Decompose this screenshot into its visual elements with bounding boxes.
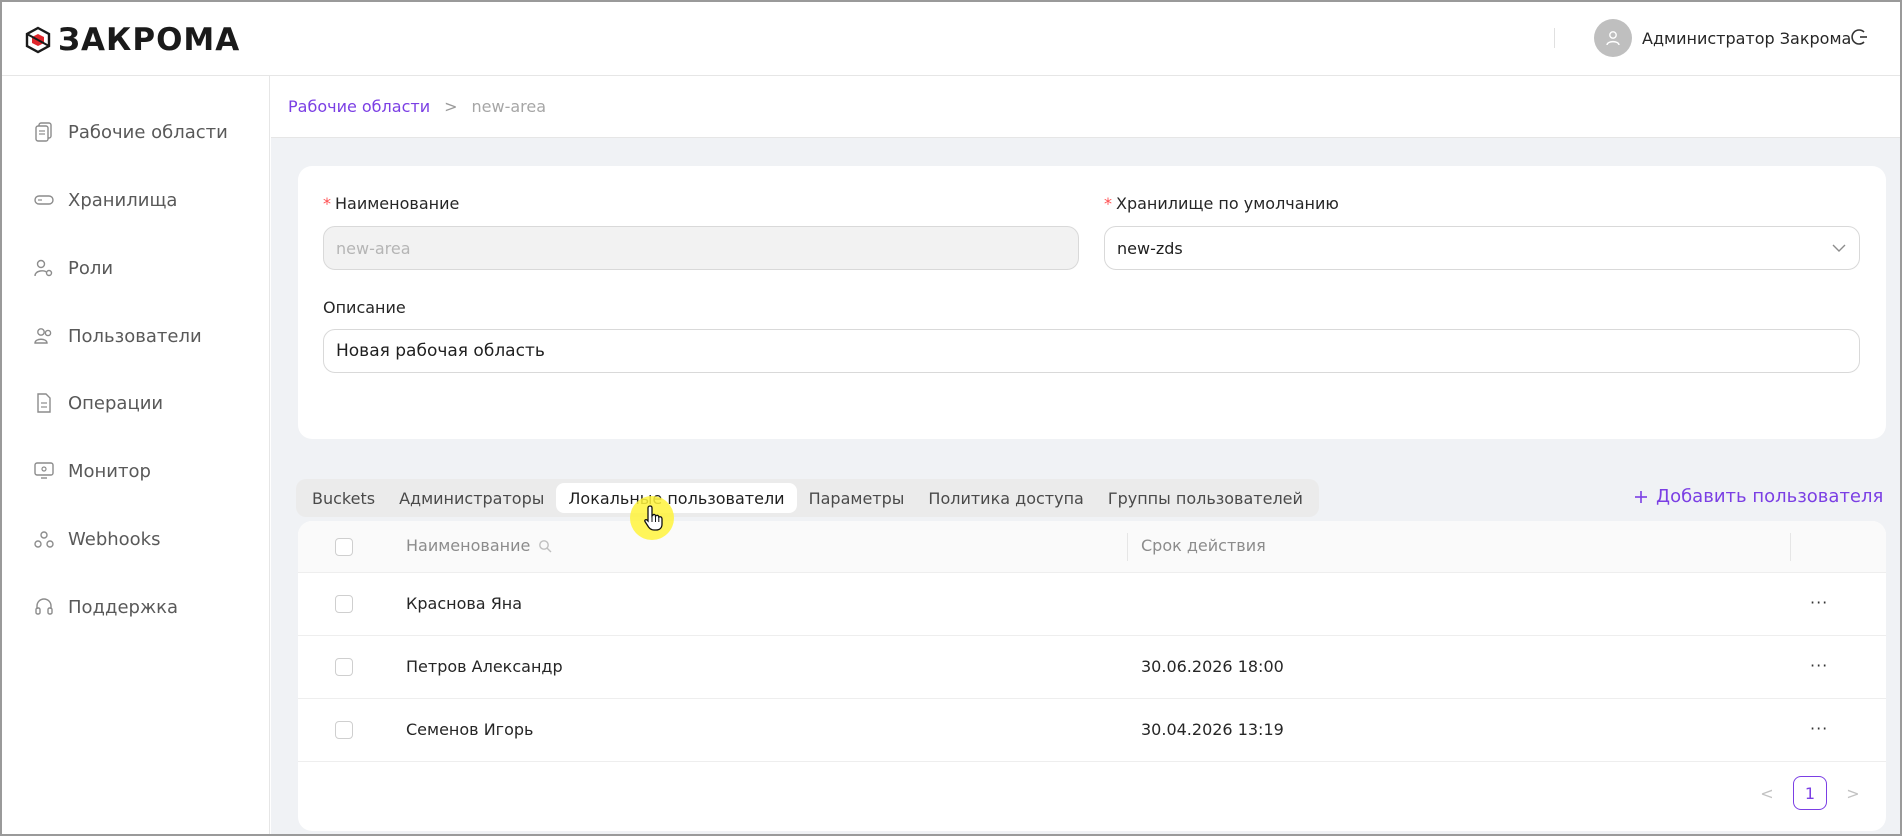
- storage-select-value: new-zds: [1117, 238, 1183, 258]
- logout-icon[interactable]: [1850, 27, 1870, 47]
- tab-parameters[interactable]: Параметры: [797, 483, 917, 513]
- storage-field-label: * Хранилище по умолчанию: [1104, 194, 1339, 213]
- row-name: Петров Александр: [406, 657, 563, 676]
- workspace-form-card: * Наименование new-area * Хранилище по умо…: [298, 166, 1886, 439]
- breadcrumb-separator: >: [444, 97, 458, 116]
- row-expires: 30.06.2026 18:00: [1141, 657, 1284, 676]
- monitor-icon: [34, 461, 54, 481]
- table-row[interactable]: Петров Александр 30.06.2026 18:00 ···: [298, 636, 1886, 699]
- sidebar-item-label: Монитор: [68, 460, 151, 482]
- tab-local-users[interactable]: Локальные пользователи: [556, 483, 797, 513]
- row-name: Семенов Игорь: [406, 720, 534, 739]
- row-checkbox[interactable]: [335, 595, 353, 613]
- users-table: Наименование Срок действия Краснова Яна …: [298, 521, 1886, 831]
- top-header: ЗАКРОМА Администратор Закрома: [2, 2, 1900, 76]
- file-copy-icon: [34, 122, 54, 142]
- storage-icon: [34, 190, 54, 210]
- webhook-icon: [34, 529, 54, 549]
- tab-access-policy[interactable]: Политика доступа: [916, 483, 1095, 513]
- pagination: < 1 >: [1757, 776, 1863, 810]
- add-user-label: Добавить пользователя: [1656, 486, 1884, 507]
- sidebar-item-users[interactable]: Пользователи: [34, 321, 202, 351]
- prev-page-icon[interactable]: <: [1757, 784, 1777, 803]
- user-settings-icon: [34, 258, 54, 278]
- sidebar-item-support[interactable]: Поддержка: [34, 592, 178, 622]
- sidebar-item-label: Операции: [68, 392, 164, 414]
- logo-mark-icon: [25, 26, 51, 54]
- search-icon[interactable]: [538, 539, 552, 553]
- document-icon: [34, 393, 54, 413]
- next-page-icon[interactable]: >: [1843, 784, 1863, 803]
- chevron-down-icon: [1832, 244, 1846, 252]
- description-field-value: Новая рабочая область: [336, 341, 545, 361]
- tab-user-groups[interactable]: Группы пользователей: [1096, 483, 1315, 513]
- sidebar-item-roles[interactable]: Роли: [34, 253, 113, 283]
- table-row[interactable]: Краснова Яна ···: [298, 573, 1886, 636]
- row-name: Краснова Яна: [406, 594, 523, 613]
- sidebar-item-storages[interactable]: Хранилища: [34, 185, 177, 215]
- column-divider: [1127, 533, 1128, 561]
- brand-name: ЗАКРОМА: [58, 22, 241, 58]
- required-mark: *: [323, 194, 331, 213]
- sidebar-item-workspaces[interactable]: Рабочие области: [34, 117, 228, 147]
- brand-logo[interactable]: ЗАКРОМА: [24, 22, 240, 58]
- headset-icon: [34, 597, 54, 617]
- storage-select[interactable]: new-zds: [1104, 226, 1860, 270]
- sidebar: Рабочие области Хранилища Роли Пользоват…: [2, 76, 270, 834]
- sidebar-item-label: Рабочие области: [68, 121, 228, 143]
- header-divider: [1554, 28, 1555, 48]
- page-number-button[interactable]: 1: [1793, 776, 1827, 810]
- sidebar-item-label: Пользователи: [68, 325, 202, 347]
- user-menu[interactable]: Администратор Закрома: [1594, 19, 1851, 57]
- name-field-value: new-area: [336, 238, 411, 258]
- description-field[interactable]: Новая рабочая область: [323, 329, 1860, 373]
- user-icon: [1606, 31, 1620, 46]
- sidebar-item-webhooks[interactable]: Webhooks: [34, 524, 160, 554]
- sidebar-item-label: Роли: [68, 257, 114, 279]
- table-header: Наименование Срок действия: [298, 521, 1886, 573]
- tab-bar: Buckets Администраторы Локальные пользов…: [296, 479, 1319, 517]
- table-row[interactable]: Семенов Игорь 30.04.2026 13:19 ···: [298, 699, 1886, 762]
- hand-cursor-icon: [644, 505, 663, 531]
- app-window: ЗАКРОМА Администратор Закрома Рабочие об…: [0, 0, 1902, 836]
- tab-administrators[interactable]: Администраторы: [387, 483, 556, 513]
- required-mark: *: [1104, 194, 1112, 213]
- add-user-button[interactable]: Добавить пользователя: [1634, 486, 1883, 507]
- more-actions-icon[interactable]: ···: [1810, 593, 1828, 612]
- avatar[interactable]: [1594, 19, 1632, 57]
- breadcrumb-link-workspaces[interactable]: Рабочие области: [288, 97, 430, 116]
- name-field-label: * Наименование: [323, 194, 460, 213]
- plus-icon: [1635, 490, 1647, 503]
- row-expires: 30.04.2026 13:19: [1141, 720, 1284, 739]
- sidebar-item-operations[interactable]: Операции: [34, 388, 163, 418]
- sidebar-item-label: Хранилища: [68, 189, 178, 211]
- users-icon: [34, 326, 54, 346]
- breadcrumb: Рабочие области > new-area: [288, 97, 546, 116]
- more-actions-icon[interactable]: ···: [1810, 656, 1828, 675]
- tab-buckets[interactable]: Buckets: [300, 483, 387, 513]
- row-checkbox[interactable]: [335, 721, 353, 739]
- main-content: Рабочие области > new-area * Наименование…: [271, 76, 1900, 834]
- sidebar-item-label: Поддержка: [68, 596, 179, 618]
- more-actions-icon[interactable]: ···: [1810, 719, 1828, 738]
- sidebar-item-monitor[interactable]: Монитор: [34, 456, 151, 486]
- user-name: Администратор Закрома: [1642, 28, 1852, 48]
- row-checkbox[interactable]: [335, 658, 353, 676]
- breadcrumb-current: new-area: [471, 97, 547, 116]
- select-all-checkbox[interactable]: [335, 538, 353, 556]
- column-header-name[interactable]: Наименование: [406, 536, 552, 555]
- name-field[interactable]: new-area: [323, 226, 1079, 270]
- description-field-label: Описание: [323, 298, 406, 317]
- breadcrumb-bar: Рабочие области > new-area: [271, 76, 1900, 138]
- sidebar-item-label: Webhooks: [68, 528, 161, 550]
- column-divider: [1790, 533, 1791, 561]
- column-header-expires[interactable]: Срок действия: [1141, 536, 1266, 555]
